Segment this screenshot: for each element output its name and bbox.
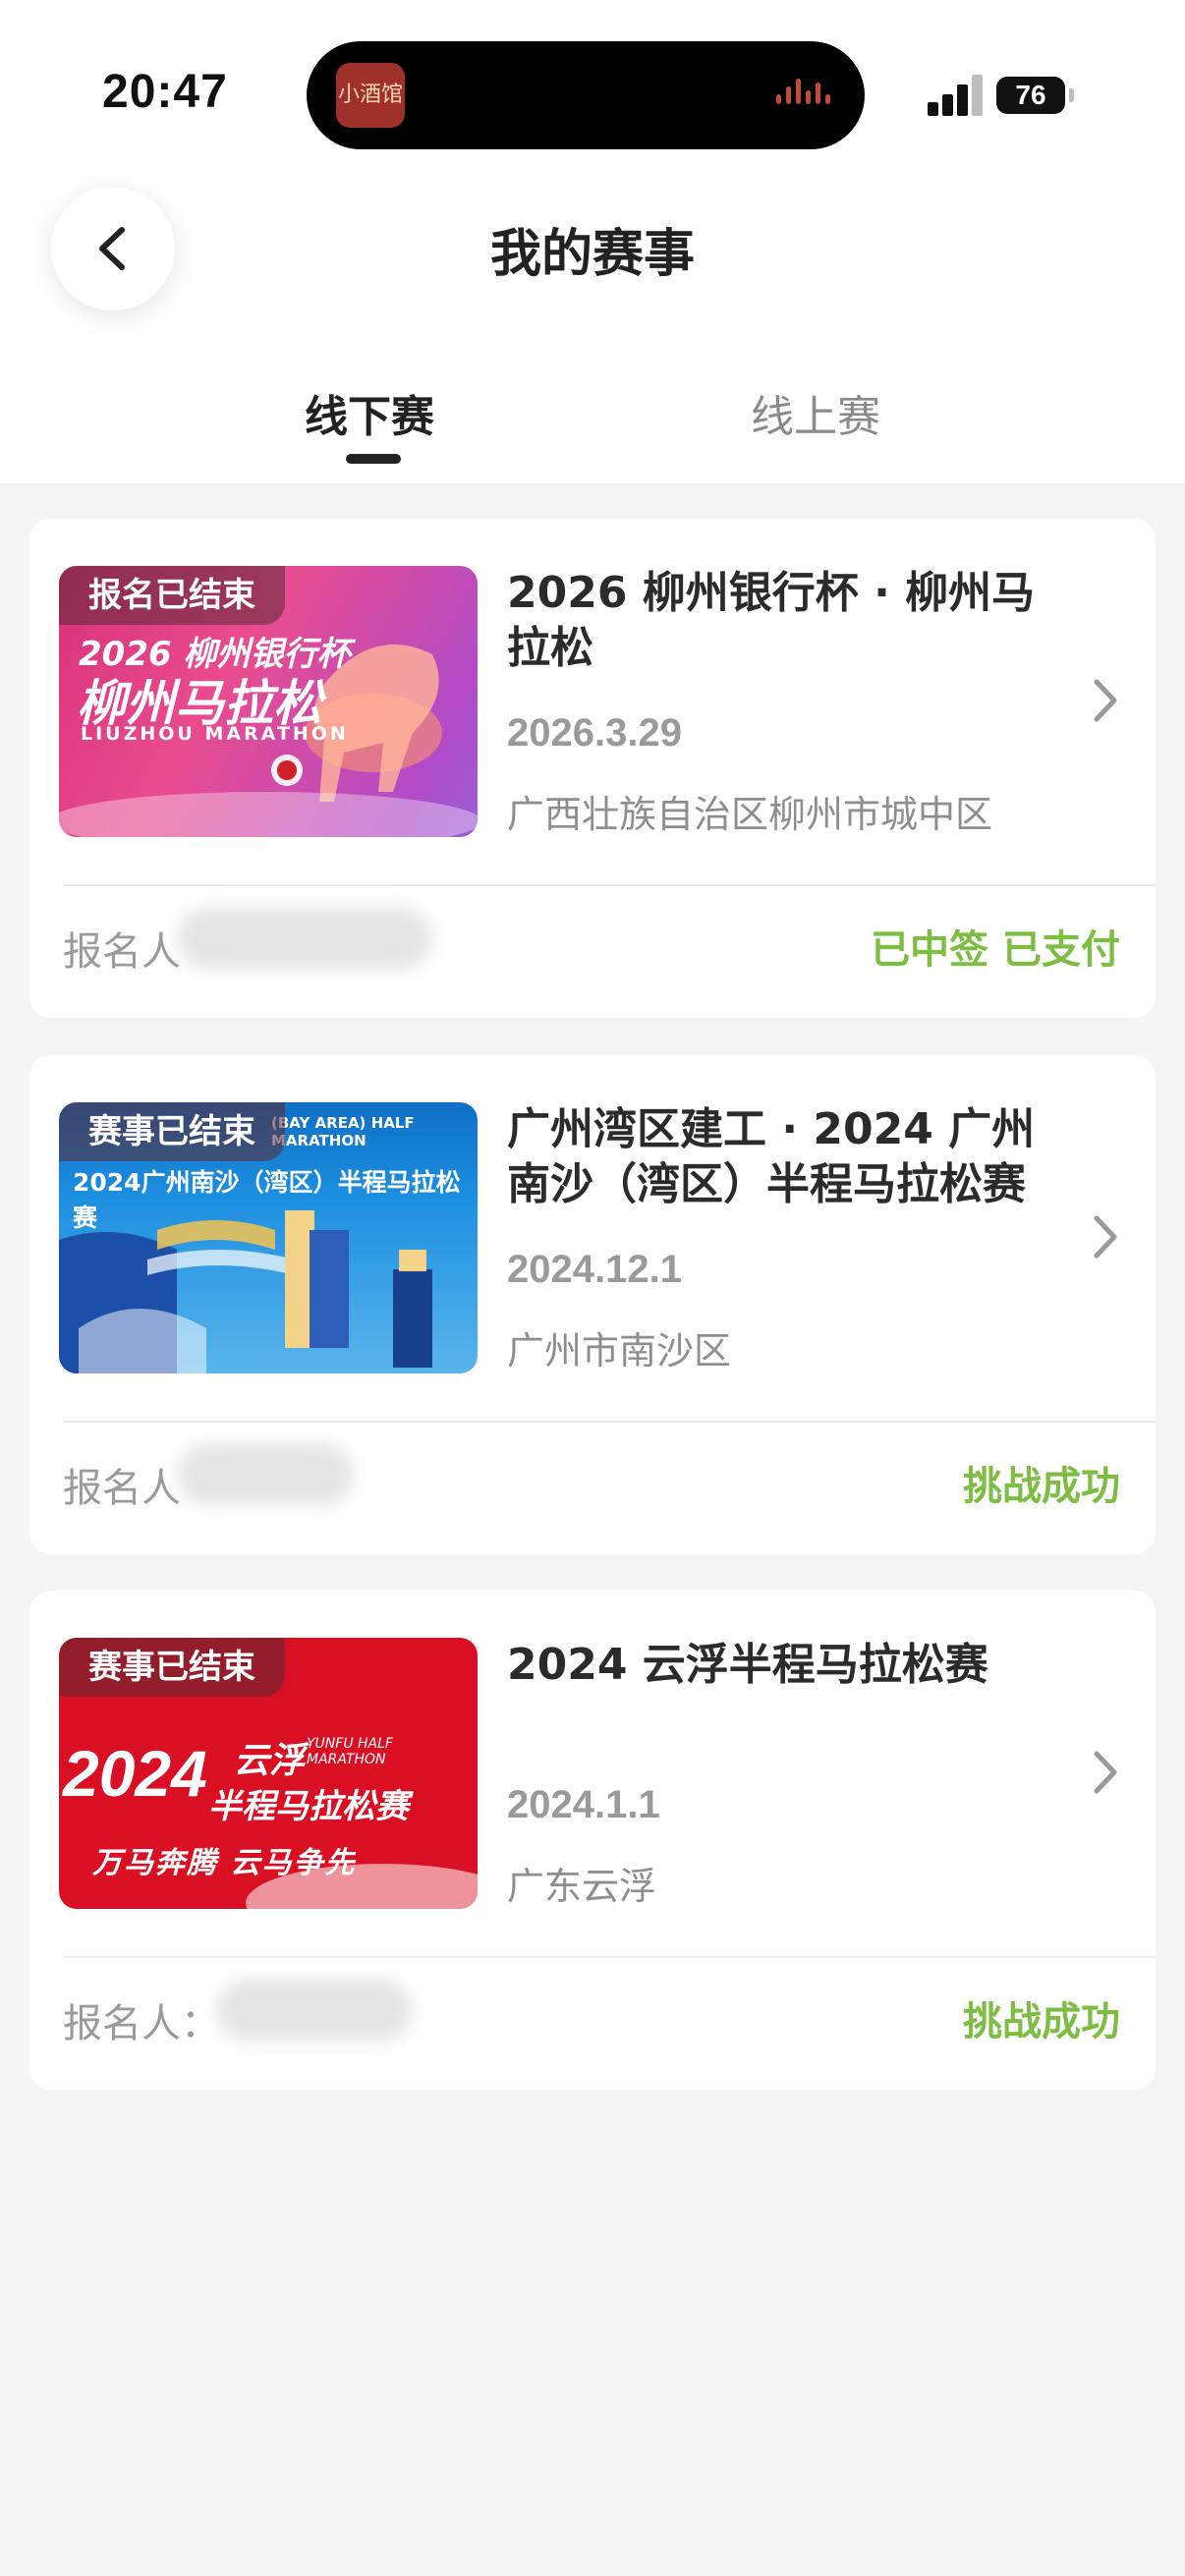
registrant-label: 报名人： xyxy=(63,2001,220,2046)
event-card[interactable]: (BAY AREA) HALF MARATHON 2024广州南沙（湾区）半程马… xyxy=(29,1055,1156,1554)
event-poster: (BAY AREA) HALF MARATHON 2024广州南沙（湾区）半程马… xyxy=(59,1102,478,1373)
event-title: 广州湾区建工 · 2024 广州南沙（湾区）半程马拉松赛 xyxy=(507,1104,1036,1209)
app-icon: 小酒馆 xyxy=(336,63,405,128)
poster-year: 2024 xyxy=(63,1737,207,1810)
chevron-right-icon[interactable] xyxy=(1093,678,1118,723)
status-badge: 赛事已结束 xyxy=(59,1638,285,1697)
poster-english: YUNFU HALF MARATHON xyxy=(307,1736,393,1767)
battery-icon: 76 xyxy=(996,77,1065,114)
event-poster: 2026 柳州银行杯 柳州马拉松 LIUZHOU MARATHON 报名已结束 xyxy=(59,566,478,837)
poster-title-line1: 云浮 xyxy=(234,1741,306,1781)
registrant-label: 报名人 xyxy=(63,929,181,975)
event-title: 2024 云浮半程马拉松赛 xyxy=(507,1640,988,1690)
event-card[interactable]: 2024 云浮 YUNFU HALF MARATHON 半程马拉松赛 万马奔腾 … xyxy=(29,1591,1156,2090)
event-date: 2024.1.1 xyxy=(507,1783,660,1826)
status-badge: 报名已结束 xyxy=(59,566,285,625)
status-badge: 赛事已结束 xyxy=(59,1102,285,1161)
event-date: 2024.12.1 xyxy=(507,1248,682,1291)
event-status: 挑战成功 xyxy=(963,1464,1120,1509)
status-time: 20:47 xyxy=(102,66,228,118)
chevron-right-icon[interactable] xyxy=(1093,1750,1118,1795)
event-location: 广西壮族自治区柳州市城中区 xyxy=(507,793,993,836)
battery-tip xyxy=(1069,88,1074,102)
poster-title-line2: 半程马拉松赛 xyxy=(208,1787,409,1826)
event-date: 2026.3.29 xyxy=(507,711,682,755)
poster-subtitle: LIUZHOU MARATHON xyxy=(81,723,349,745)
page-title: 我的赛事 xyxy=(489,225,695,284)
audio-wave-icon xyxy=(776,79,835,112)
poster-slogan: 万马奔腾 云马争先 xyxy=(92,1846,357,1880)
dynamic-island: 小酒馆 xyxy=(307,41,865,149)
chevron-right-icon[interactable] xyxy=(1093,1214,1118,1260)
registrant-name-blurred xyxy=(177,1443,354,1506)
tab-active-indicator xyxy=(346,454,401,464)
registrant-name-blurred xyxy=(216,1979,413,2042)
registrant-name-blurred xyxy=(177,907,432,970)
header-area: 20:47 小酒馆 76 我的赛事 线下赛 线上赛 xyxy=(0,0,1185,483)
event-location: 广东云浮 xyxy=(507,1865,657,1908)
event-card[interactable]: 2026 柳州银行杯 柳州马拉松 LIUZHOU MARATHON 报名已结束 … xyxy=(29,519,1156,1018)
poster-title: 2024广州南沙（湾区）半程马拉松赛 xyxy=(73,1168,461,1232)
registrant-label: 报名人 xyxy=(63,1466,181,1511)
signal-icon xyxy=(928,73,985,116)
event-poster: 2024 云浮 YUNFU HALF MARATHON 半程马拉松赛 万马奔腾 … xyxy=(59,1638,478,1909)
event-status: 已中签 已支付 xyxy=(871,927,1120,973)
event-title: 2026 柳州银行杯 · 柳州马拉松 xyxy=(507,568,1036,673)
poster-top-text: (BAY AREA) HALF MARATHON xyxy=(271,1114,415,1149)
divider xyxy=(63,884,1156,886)
event-location: 广州市南沙区 xyxy=(507,1329,732,1372)
divider xyxy=(63,1956,1156,1958)
tab-offline[interactable]: 线下赛 xyxy=(305,381,434,444)
tab-online[interactable]: 线上赛 xyxy=(751,381,880,444)
divider xyxy=(63,1421,1156,1423)
event-status: 挑战成功 xyxy=(963,1999,1120,2044)
